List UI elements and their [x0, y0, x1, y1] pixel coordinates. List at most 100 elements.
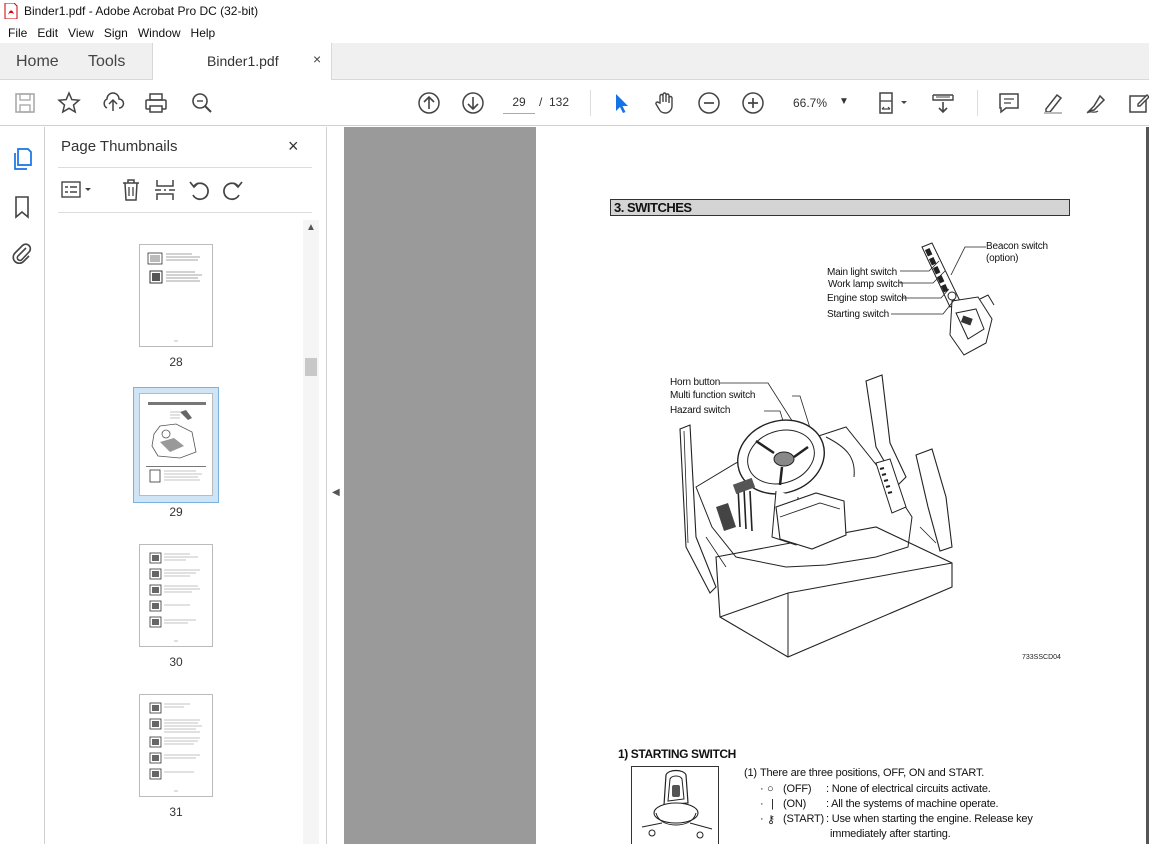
panel-title: Page Thumbnails	[61, 138, 178, 155]
leader-lines	[891, 246, 986, 315]
beacon-switch-label: Beacon switch	[986, 241, 1048, 252]
zoom-level-select[interactable]: 66.7% ▼	[787, 93, 857, 113]
toolbar: 29 / 132 66.7% ▼	[0, 80, 1149, 126]
thumbnail-label: 29	[169, 505, 183, 519]
scroll-up-icon[interactable]: ▲	[306, 222, 316, 233]
tab-bar: Home Tools Binder1.pdf ×	[0, 43, 1149, 81]
paragraph-text: There are three positions, OFF, ON and S…	[760, 767, 985, 779]
page-thumbnail[interactable]	[139, 694, 213, 797]
select-cursor-icon[interactable]	[609, 91, 633, 115]
pdf-page: 3. SWITCHES Beacon switch (option) Main …	[536, 127, 1146, 844]
off-position-desc: : None of electrical circuits activate.	[826, 783, 991, 795]
comment-icon[interactable]	[997, 91, 1021, 115]
insert-page-icon[interactable]	[153, 178, 177, 202]
thumbnail-label: 28	[169, 355, 183, 369]
main-light-switch-label: Main light switch	[827, 267, 897, 278]
menu-help[interactable]: Help	[186, 26, 221, 40]
start-position-name: (START)	[783, 813, 824, 825]
window-title: Binder1.pdf - Adobe Acrobat Pro DC (32-b…	[24, 4, 259, 18]
figure-code: 733SSCD04	[1022, 654, 1061, 661]
starting-switch-figure	[631, 766, 719, 844]
bookmark-star-icon[interactable]	[57, 91, 81, 115]
thumbnail-preview	[146, 402, 206, 483]
menu-file[interactable]: File	[3, 26, 32, 40]
thumbnail-label: 31	[169, 805, 183, 819]
page-fit-icon[interactable]	[876, 91, 910, 115]
close-tab-button[interactable]: ×	[313, 51, 321, 67]
zoom-out-icon[interactable]	[697, 91, 721, 115]
start-bullet: ·	[760, 813, 764, 825]
on-bullet: ·	[760, 798, 764, 810]
tab-home[interactable]: Home	[16, 43, 59, 80]
close-panel-button[interactable]: ×	[288, 136, 299, 157]
chevron-down-icon: ▼	[839, 96, 849, 107]
divider	[58, 212, 312, 213]
toolbar-divider	[977, 90, 978, 116]
tab-document[interactable]: Binder1.pdf ×	[152, 43, 332, 81]
rotate-right-icon[interactable]	[221, 178, 245, 202]
save-icon[interactable]	[13, 91, 37, 115]
thumbnail-preview	[149, 702, 202, 792]
page-thumbnails-icon[interactable]	[10, 147, 34, 171]
page-total: 132	[549, 95, 570, 109]
beacon-option-label: (option)	[986, 253, 1019, 264]
attachments-icon[interactable]	[10, 241, 34, 265]
scroll-mode-icon[interactable]	[931, 91, 955, 115]
zoom-in-icon[interactable]	[741, 91, 765, 115]
start-symbol: ⚷	[767, 814, 775, 826]
on-symbol: |	[771, 798, 774, 810]
section-title: 3. SWITCHES	[610, 199, 1070, 216]
highlight-pen-icon[interactable]	[1041, 91, 1065, 115]
menu-sign[interactable]: Sign	[99, 26, 133, 40]
title-bar: Binder1.pdf - Adobe Acrobat Pro DC (32-b…	[0, 0, 1149, 22]
panel-splitter[interactable]: ◀	[326, 127, 344, 844]
bookmarks-icon[interactable]	[10, 195, 34, 219]
key-switch-illustration	[641, 769, 713, 839]
page-thumbnail-selected[interactable]	[139, 393, 213, 496]
menu-bar: File Edit View Sign Window Help	[0, 22, 1149, 43]
sign-pen-icon[interactable]	[1085, 91, 1109, 115]
previous-page-icon[interactable]	[417, 91, 441, 115]
start-position-desc: : Use when starting the engine. Release …	[826, 813, 1033, 825]
menu-edit[interactable]: Edit	[32, 26, 63, 40]
thumbnail-label: 30	[169, 655, 183, 669]
hand-tool-icon[interactable]	[653, 91, 677, 115]
on-position-desc: : All the systems of machine operate.	[826, 798, 999, 810]
thumbnail-preview	[149, 552, 200, 642]
zoom-value: 66.7%	[793, 96, 828, 110]
off-bullet: ·	[760, 783, 764, 795]
document-tab-label: Binder1.pdf	[207, 53, 279, 69]
menu-window[interactable]: Window	[133, 26, 186, 40]
operator-cab-illustration	[679, 374, 953, 658]
edit-tools-icon[interactable]	[1127, 91, 1149, 115]
collapse-panel-icon[interactable]: ◀	[332, 487, 340, 498]
thumbnails-scrollbar[interactable]: ▲	[303, 220, 319, 844]
divider	[58, 167, 312, 168]
rotate-left-icon[interactable]	[187, 178, 211, 202]
page-thumbnail[interactable]	[139, 544, 213, 647]
on-position-name: (ON)	[783, 798, 807, 810]
navigation-rail	[0, 127, 45, 844]
share-upload-icon[interactable]	[101, 91, 125, 115]
page-separator: /	[539, 95, 543, 109]
start-position-desc-cont: immediately after starting.	[830, 828, 951, 840]
print-icon[interactable]	[144, 91, 168, 115]
delete-page-icon[interactable]	[119, 178, 143, 202]
off-symbol: ○	[767, 783, 774, 795]
document-viewport[interactable]: 3. SWITCHES Beacon switch (option) Main …	[344, 127, 1149, 844]
off-position-name: (OFF)	[783, 783, 812, 795]
toolbar-divider	[590, 90, 591, 116]
page-number-input[interactable]: 29	[503, 90, 535, 114]
options-menu-icon[interactable]	[60, 178, 94, 202]
tab-tools[interactable]: Tools	[88, 43, 125, 80]
starting-switch-label: Starting switch	[827, 309, 890, 320]
subsection-title: 1) STARTING SWITCH	[618, 747, 736, 761]
paragraph-number: (1)	[744, 767, 757, 779]
scrollbar-thumb[interactable]	[305, 358, 317, 376]
acrobat-icon	[4, 3, 18, 19]
zoom-search-icon[interactable]	[190, 91, 214, 115]
menu-view[interactable]: View	[63, 26, 99, 40]
page-thumbnail[interactable]	[139, 244, 213, 347]
next-page-icon[interactable]	[461, 91, 485, 115]
thumbnail-preview	[147, 252, 202, 342]
